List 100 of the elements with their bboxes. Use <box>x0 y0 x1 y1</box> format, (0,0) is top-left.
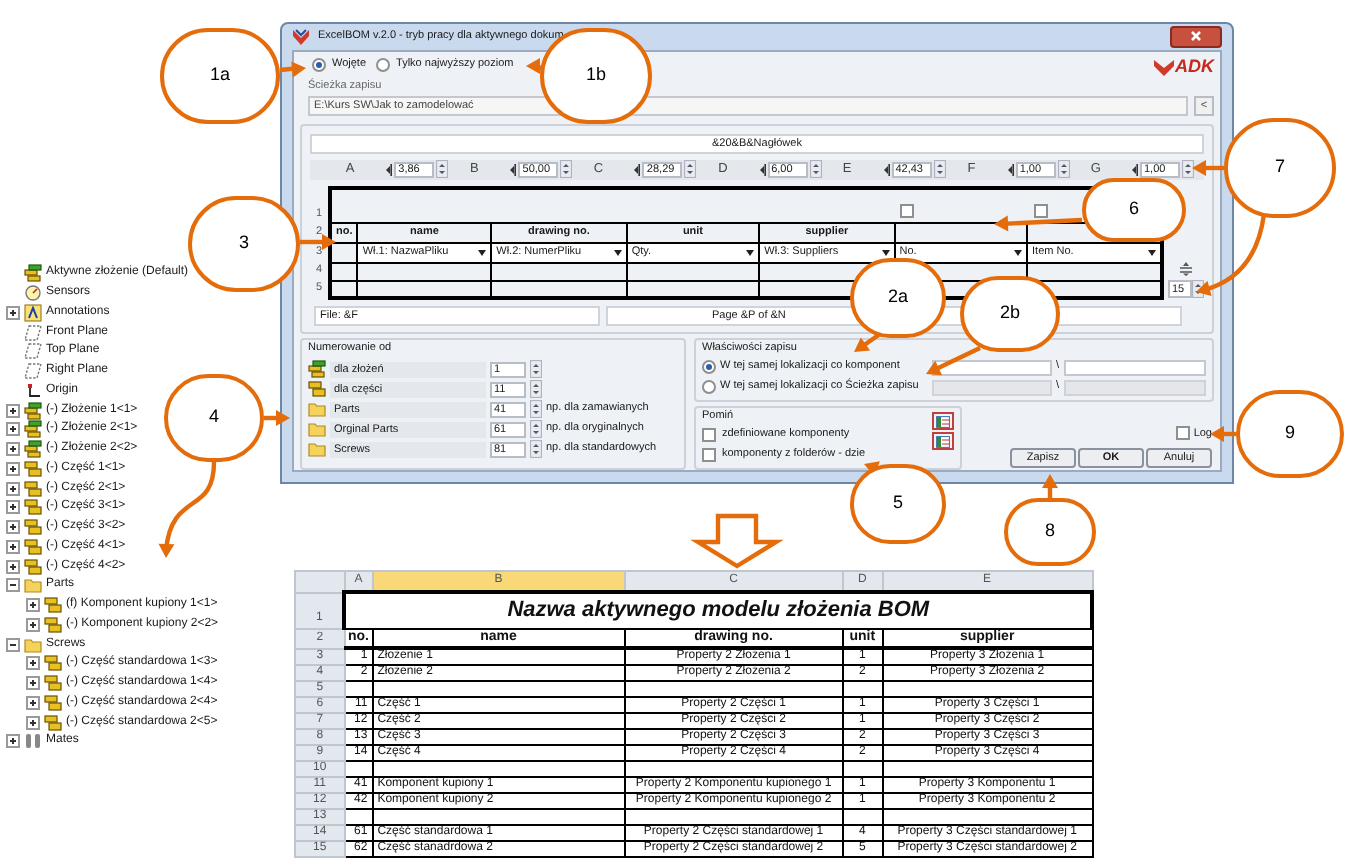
expand-toggle[interactable] <box>26 695 40 710</box>
spinner-icon[interactable] <box>684 160 697 179</box>
spreadsheet-icon <box>936 415 950 427</box>
callout: 3 <box>188 196 300 292</box>
spinner-icon[interactable] <box>530 380 542 398</box>
expand-toggle[interactable] <box>6 520 20 535</box>
checkbox[interactable] <box>900 204 915 219</box>
mates-icon <box>24 732 42 751</box>
close-button[interactable] <box>1170 25 1222 48</box>
part-icon <box>44 713 62 732</box>
part-icon <box>24 537 42 556</box>
marker-icon <box>883 163 890 176</box>
callout-arrow <box>994 215 1083 232</box>
checkbox[interactable] <box>1175 426 1190 441</box>
expand-toggle[interactable] <box>6 539 20 554</box>
expand-toggle[interactable] <box>6 559 20 574</box>
expand-toggle[interactable] <box>26 676 40 691</box>
expand-toggle[interactable] <box>26 617 40 632</box>
spinner-icon[interactable] <box>1181 160 1194 179</box>
spinner-icon[interactable] <box>560 160 573 179</box>
marker-icon <box>386 163 393 176</box>
part-icon <box>44 596 62 615</box>
callout-arrow <box>854 332 882 352</box>
spinner-icon[interactable] <box>530 400 542 418</box>
sheet-title: Nazwa aktywnego modelu złożenia BOM <box>507 598 930 622</box>
part-icon <box>44 615 62 634</box>
spinner-icon[interactable] <box>436 160 449 179</box>
expand-toggle[interactable] <box>6 305 20 320</box>
assembly-icon <box>24 264 42 283</box>
spreadsheet-icon <box>936 435 950 447</box>
down-arrow <box>690 513 784 569</box>
spinner-icon[interactable] <box>1057 160 1070 179</box>
caret-icon <box>613 249 622 255</box>
rows-icon <box>1178 262 1194 276</box>
expand-toggle[interactable] <box>26 715 40 730</box>
expand-toggle[interactable] <box>6 734 20 749</box>
callout-arrow <box>1192 160 1224 176</box>
text-field[interactable] <box>932 359 1052 375</box>
spinner-icon[interactable] <box>933 160 946 179</box>
text-field[interactable] <box>1063 359 1206 375</box>
callout: 1a <box>160 28 280 124</box>
spinner-icon[interactable] <box>530 360 542 378</box>
text-field[interactable] <box>1063 379 1206 395</box>
expand-toggle[interactable] <box>26 656 40 671</box>
expand-toggle[interactable] <box>26 598 40 613</box>
checkbox[interactable] <box>702 428 716 442</box>
app-icon <box>292 27 310 46</box>
callout: 8 <box>1004 498 1096 566</box>
radio-button[interactable] <box>312 57 326 72</box>
marker-icon <box>1007 163 1014 176</box>
callout-arrow <box>158 461 217 558</box>
spreadsheet-button[interactable] <box>932 432 954 450</box>
callout: 5 <box>850 464 946 544</box>
collapse-toggle[interactable] <box>6 637 20 652</box>
part-icon <box>44 674 62 693</box>
caret-icon <box>478 249 487 255</box>
callout: 4 <box>164 374 264 462</box>
part-icon <box>24 479 42 498</box>
expand-toggle[interactable] <box>6 481 20 496</box>
collapse-toggle[interactable] <box>6 578 20 593</box>
callout-arrow <box>279 61 306 78</box>
marker-icon <box>634 163 641 176</box>
part-icon <box>24 498 42 517</box>
part-icon <box>308 380 326 398</box>
callout: 9 <box>1236 390 1344 478</box>
origin-icon <box>24 381 42 400</box>
expand-toggle[interactable] <box>6 422 20 437</box>
caret-icon <box>746 249 755 255</box>
marker-icon <box>759 163 766 176</box>
logo: ADK <box>1153 54 1214 81</box>
sensor-icon <box>24 284 42 303</box>
spinner-icon[interactable] <box>530 440 542 458</box>
callout: 7 <box>1224 118 1336 218</box>
radio-button[interactable] <box>702 360 716 374</box>
checkbox[interactable] <box>702 448 716 462</box>
part-icon <box>24 518 42 537</box>
expand-toggle[interactable] <box>6 403 20 418</box>
callout-arrow <box>264 410 290 426</box>
annotation-icon <box>24 303 42 322</box>
spreadsheet-button[interactable] <box>932 412 954 430</box>
marker-icon <box>1131 163 1138 176</box>
part-icon <box>24 557 42 576</box>
marker-icon <box>510 163 517 176</box>
expand-toggle[interactable] <box>6 461 20 476</box>
expand-toggle[interactable] <box>6 500 20 515</box>
caret-icon <box>1014 249 1023 255</box>
part-icon <box>44 654 62 673</box>
spinner-icon[interactable] <box>809 160 822 179</box>
caret-icon <box>1148 249 1156 255</box>
checkbox[interactable] <box>1033 204 1048 219</box>
close-icon <box>1190 30 1202 43</box>
radio-button[interactable] <box>376 57 391 72</box>
callout-arrow <box>300 234 336 250</box>
part-icon <box>44 693 62 712</box>
callout-arrow <box>926 346 981 376</box>
part-icon <box>24 459 42 478</box>
folder-icon <box>24 635 42 654</box>
spinner-icon[interactable] <box>530 420 542 438</box>
assembly-icon <box>308 360 326 378</box>
expand-toggle[interactable] <box>6 442 20 457</box>
